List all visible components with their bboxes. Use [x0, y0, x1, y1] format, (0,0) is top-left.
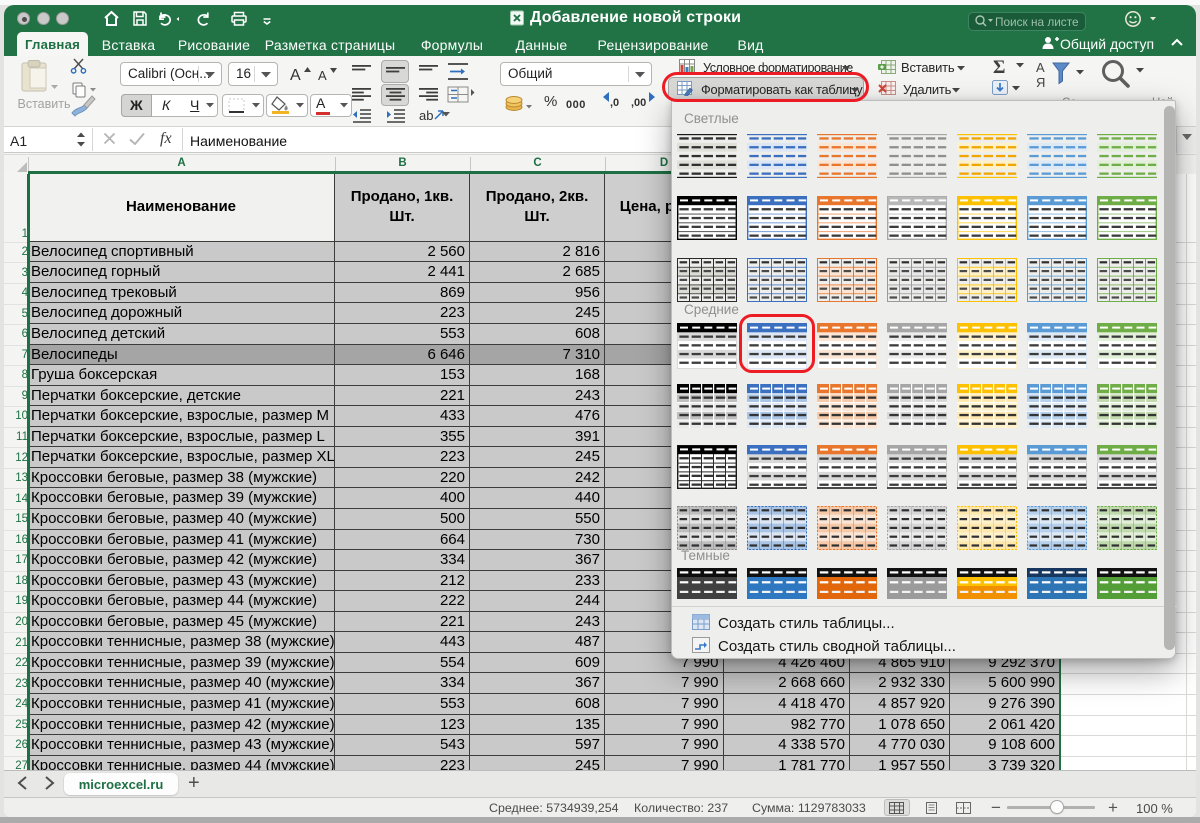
svg-text:A: A [318, 68, 327, 83]
svg-text:,0: ,0 [610, 97, 619, 108]
svg-text:,00: ,00 [631, 97, 646, 108]
svg-text:А: А [1036, 60, 1045, 75]
svg-text:A: A [290, 67, 301, 84]
svg-text:Я: Я [1036, 75, 1045, 90]
